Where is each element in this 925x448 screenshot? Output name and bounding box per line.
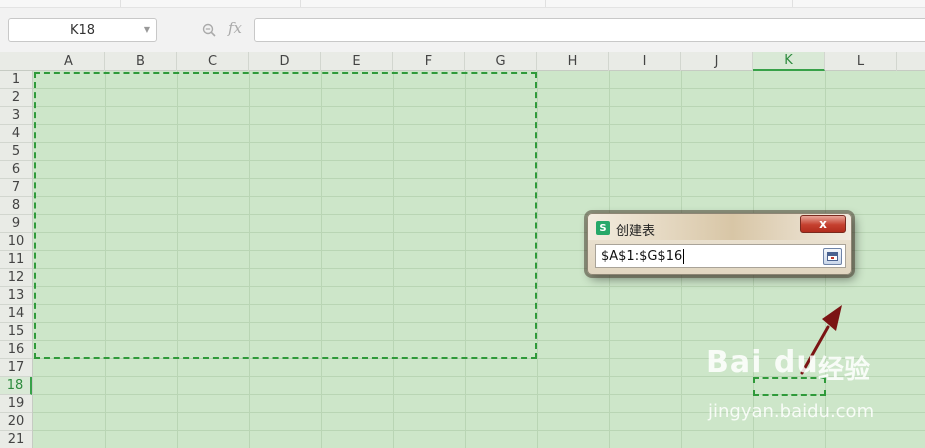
row-header-20[interactable]: 20	[0, 413, 32, 431]
formula-input[interactable]	[254, 18, 925, 42]
watermark-logo-cn: 经验	[818, 355, 871, 385]
column-header-b[interactable]: B	[105, 52, 177, 71]
column-header-h[interactable]: H	[537, 52, 609, 71]
grid-line-horizontal	[33, 430, 925, 431]
row-header-13[interactable]: 13	[0, 287, 32, 305]
column-header-bar: ABCDEFGHIJKL	[0, 52, 925, 71]
grid-line-vertical	[537, 71, 538, 448]
row-header-10[interactable]: 10	[0, 233, 32, 251]
collapse-dialog-button[interactable]	[823, 248, 842, 265]
column-header-d[interactable]: D	[249, 52, 321, 71]
row-header-5[interactable]: 5	[0, 143, 32, 161]
row-header-bar: 1 2 3 4 5 6 7 8 9 10 11 12 13 14 15 16 17 18 19 20 21	[0, 71, 33, 448]
close-icon: x	[819, 217, 827, 231]
create-table-dialog[interactable]: S 创建表 x $A$1:$G$16	[587, 213, 852, 275]
row-header-21[interactable]: 21	[0, 431, 32, 448]
column-header-k[interactable]: K	[753, 52, 825, 71]
watermark-logo: Bai du	[706, 345, 819, 380]
dialog-title-bar[interactable]: S 创建表 x	[588, 214, 851, 240]
row-header-17[interactable]: 17	[0, 359, 32, 377]
watermark-url: jingyan.baidu.com	[708, 401, 875, 422]
toolbar-strip	[0, 0, 925, 8]
row-header-18[interactable]: 18	[0, 377, 32, 395]
row-header-2[interactable]: 2	[0, 89, 32, 107]
column-header-a[interactable]: A	[33, 52, 105, 71]
row-header-19[interactable]: 19	[0, 395, 32, 413]
text-caret	[683, 248, 685, 264]
row-header-16[interactable]: 16	[0, 341, 32, 359]
close-button[interactable]: x	[800, 215, 846, 233]
range-input[interactable]: $A$1:$G$16	[595, 244, 846, 268]
column-header-f[interactable]: F	[393, 52, 465, 71]
app-logo-icon: S	[596, 221, 610, 235]
row-header-9[interactable]: 9	[0, 215, 32, 233]
column-header-j[interactable]: J	[681, 52, 753, 71]
range-input-value: $A$1:$G$16	[601, 248, 683, 264]
name-box[interactable]: K18 ▼	[8, 18, 157, 42]
dialog-title: 创建表	[616, 224, 656, 239]
row-header-1[interactable]: 1	[0, 71, 32, 89]
formula-bar: K18 ▼ fx	[0, 8, 925, 52]
fx-icon[interactable]: fx	[228, 19, 242, 37]
column-header-c[interactable]: C	[177, 52, 249, 71]
row-header-8[interactable]: 8	[0, 197, 32, 215]
row-header-14[interactable]: 14	[0, 305, 32, 323]
zoom-icon[interactable]	[202, 23, 216, 37]
chevron-down-icon[interactable]: ▼	[144, 25, 150, 34]
row-header-4[interactable]: 4	[0, 125, 32, 143]
column-header-g[interactable]: G	[465, 52, 537, 71]
column-header-i[interactable]: I	[609, 52, 681, 71]
baidu-watermark: Bai du 经验 jingyan.baidu.com	[706, 345, 906, 430]
row-header-11[interactable]: 11	[0, 251, 32, 269]
column-header-e[interactable]: E	[321, 52, 393, 71]
row-header-3[interactable]: 3	[0, 107, 32, 125]
name-box-value: K18	[69, 22, 96, 38]
row-header-15[interactable]: 15	[0, 323, 32, 341]
collapse-dialog-icon	[827, 252, 838, 261]
row-header-6[interactable]: 6	[0, 161, 32, 179]
row-header-12[interactable]: 12	[0, 269, 32, 287]
row-header-7[interactable]: 7	[0, 179, 32, 197]
column-header-l[interactable]: L	[825, 52, 897, 71]
selection-marquee	[34, 72, 537, 359]
